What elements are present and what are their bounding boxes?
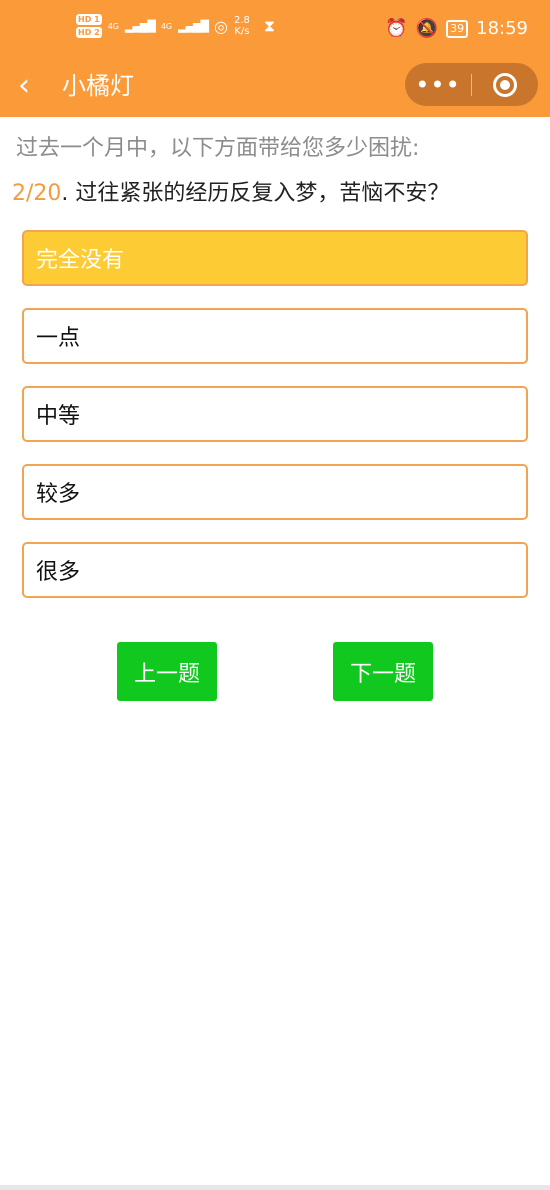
speed-value: 2.8 [233,15,250,26]
question-text: . 过往紧张的经历反复入梦，苦恼不安？ [61,181,450,206]
bottom-edge [0,1185,550,1190]
option-label: 一点 [36,326,81,351]
hd1-badge: HD 1 [76,14,102,25]
status-right: ⏰ 🔕 39 18:59 [385,18,528,39]
mute-icon: 🔕 [415,18,439,39]
question: 2/20. 过往紧张的经历反复入梦，苦恼不安？ [12,179,449,209]
survey-intro: 过去一个月中，以下方面带给您多少困扰: [16,136,420,161]
miniprogram-capsule: ••• [405,63,538,106]
option-quite-a-lot[interactable]: 较多 [22,464,528,520]
option-none[interactable]: 完全没有 [22,230,528,286]
signal-icon-2: ▂▄▆█ [178,19,209,33]
target-icon [493,72,517,97]
option-a-little[interactable]: 一点 [22,308,528,364]
option-label: 中等 [36,404,81,429]
wifi-icon: ◎ [213,16,228,36]
more-icon: ••• [415,70,461,99]
option-very-much[interactable]: 很多 [22,542,528,598]
more-button[interactable]: ••• [405,63,471,106]
option-moderate[interactable]: 中等 [22,386,528,442]
network-type-1: 4G [107,21,119,31]
app-header: HD 1 HD 2 4G ▂▄▆█ 4G ▂▄▆█ ◎ 2.8 K/s ⧗ ⏰ … [0,0,550,117]
question-number: 2/20 [12,181,62,206]
back-icon[interactable]: ‹ [18,68,30,104]
hourglass-icon: ⧗ [263,16,276,35]
status-left: HD 1 HD 2 4G ▂▄▆█ 4G ▂▄▆█ ◎ 2.8 K/s ⧗ [76,14,275,38]
network-type-2: 4G [160,21,173,31]
status-bar: HD 1 HD 2 4G ▂▄▆█ 4G ▂▄▆█ ◎ 2.8 K/s ⧗ ⏰ … [0,0,550,60]
speed-unit: K/s [234,26,250,37]
hd-indicators: HD 1 HD 2 [76,14,102,38]
page-title: 小橘灯 [62,72,134,100]
previous-question-button[interactable]: 上一题 [117,642,217,701]
clock: 18:59 [476,18,528,39]
option-label: 完全没有 [36,248,125,273]
alarm-icon: ⏰ [385,18,408,39]
signal-icon: ▂▄▆█ [124,19,156,33]
hd2-badge: HD 2 [76,27,102,38]
option-label: 很多 [36,560,81,585]
network-speed: 2.8 K/s [234,15,250,37]
nav-bar: ‹ 小橘灯 ••• [0,60,550,117]
battery-icon: 39 [446,19,469,38]
next-question-button[interactable]: 下一题 [333,642,433,701]
close-miniprogram-button[interactable] [472,63,538,106]
option-label: 较多 [36,482,81,507]
